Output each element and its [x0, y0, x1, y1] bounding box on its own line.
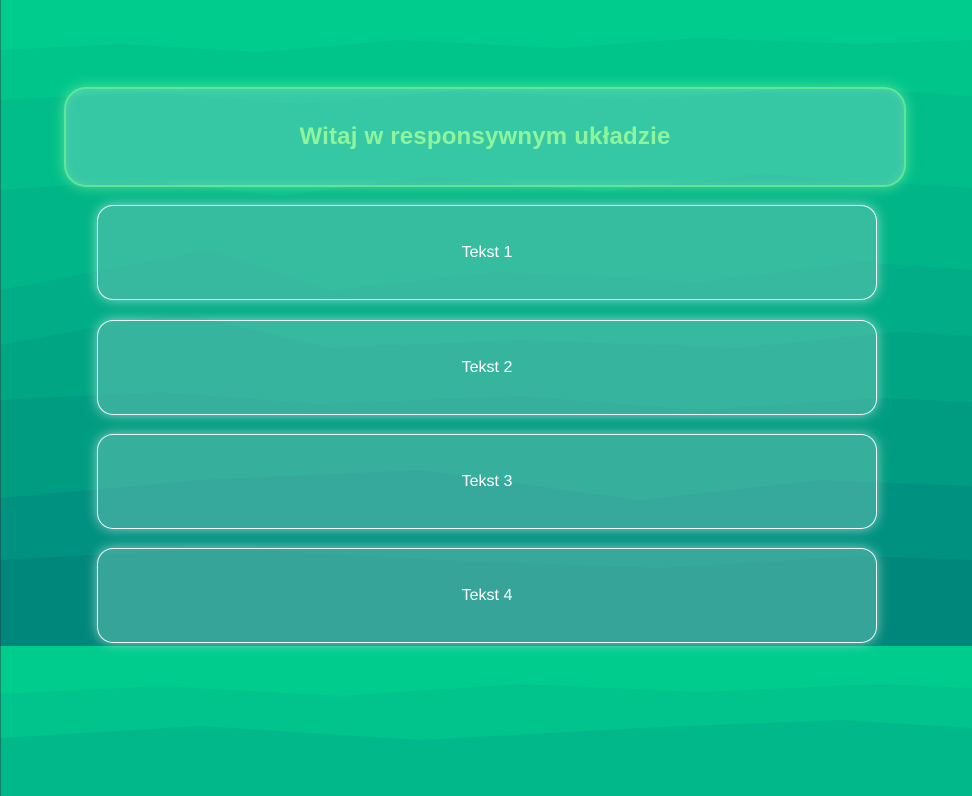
text-card-4: Tekst 4 [97, 548, 877, 643]
page-title: Witaj w responsywnym układzie [299, 123, 671, 150]
card-label: Tekst 4 [461, 586, 513, 604]
window-edge [0, 0, 1, 796]
text-card-2: Tekst 2 [97, 320, 877, 415]
text-card-1: Tekst 1 [97, 205, 877, 300]
card-label: Tekst 2 [461, 358, 513, 376]
text-card-3: Tekst 3 [97, 434, 877, 529]
card-label: Tekst 1 [461, 243, 513, 261]
wave-footer [0, 646, 972, 796]
header-panel: Witaj w responsywnym układzie [64, 87, 906, 187]
card-label: Tekst 3 [461, 472, 513, 490]
